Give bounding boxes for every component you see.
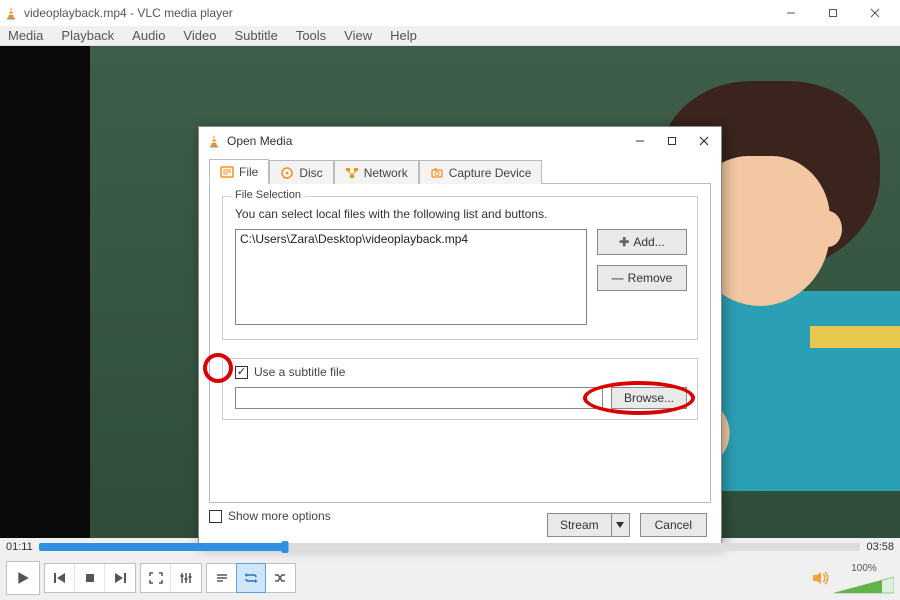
tab-network-label: Network (364, 166, 408, 180)
menu-audio[interactable]: Audio (132, 28, 165, 43)
file-icon (220, 166, 234, 178)
chevron-down-icon (616, 522, 624, 528)
minus-icon: — (612, 271, 624, 285)
stop-button[interactable] (75, 564, 105, 592)
tab-file-label: File (239, 165, 258, 179)
disc-icon (280, 167, 294, 179)
minimize-button[interactable] (770, 1, 812, 25)
tab-capture-label: Capture Device (449, 166, 532, 180)
stream-dropdown-button[interactable] (612, 513, 630, 537)
skip-group (44, 563, 136, 593)
file-list-item[interactable]: C:\Users\Zara\Desktop\videoplayback.mp4 (240, 232, 582, 246)
subtitle-path-input[interactable] (235, 387, 603, 409)
dialog-close-button[interactable] (695, 132, 713, 150)
capture-icon (430, 167, 444, 179)
dialog-minimize-button[interactable] (631, 132, 649, 150)
playlist-button[interactable] (207, 564, 237, 592)
show-more-checkbox[interactable] (209, 510, 222, 523)
tab-disc-label: Disc (299, 166, 322, 180)
total-time[interactable]: 03:58 (866, 541, 894, 553)
menu-help[interactable]: Help (390, 28, 417, 43)
browse-button-label: Browse... (624, 391, 674, 405)
dialog-title-bar[interactable]: Open Media (199, 127, 721, 155)
show-more-label: Show more options (228, 509, 331, 523)
stream-button[interactable]: Stream (547, 513, 612, 537)
play-icon (16, 571, 30, 585)
play-button[interactable] (6, 561, 40, 595)
browse-button[interactable]: Browse... (611, 387, 687, 409)
stream-button-label: Stream (560, 518, 599, 532)
add-button-label: Add... (633, 235, 664, 249)
seek-slider[interactable] (39, 543, 861, 551)
tab-network[interactable]: Network (334, 160, 419, 184)
vlc-cone-icon (4, 6, 18, 20)
equalizer-icon (179, 572, 193, 584)
view-group (140, 563, 202, 593)
window-title: videoplayback.mp4 - VLC media player (24, 6, 233, 20)
file-list[interactable]: C:\Users\Zara\Desktop\videoplayback.mp4 (235, 229, 587, 325)
tab-disc[interactable]: Disc (269, 160, 333, 184)
extended-settings-button[interactable] (171, 564, 201, 592)
remove-button-label: Remove (628, 271, 673, 285)
volume-slider[interactable] (834, 576, 894, 594)
volume-label: 100% (851, 563, 877, 574)
seek-fill (39, 543, 286, 551)
subtitle-group: Use a subtitle file Browse... (222, 358, 698, 420)
menu-video[interactable]: Video (183, 28, 216, 43)
menu-tools[interactable]: Tools (296, 28, 326, 43)
dialog-bottom-buttons: Stream Cancel (547, 513, 707, 537)
tab-strip: File Disc Network Capture Device (199, 155, 721, 183)
maximize-button[interactable] (812, 1, 854, 25)
loop-button[interactable] (236, 563, 266, 593)
video-area[interactable]: Open Media File Disc Network Ca (0, 46, 900, 538)
skip-previous-icon (53, 572, 67, 584)
use-subtitle-checkbox[interactable] (235, 366, 248, 379)
file-selection-hint: You can select local files with the foll… (235, 207, 687, 221)
stream-split-button: Stream (547, 513, 630, 537)
speaker-icon[interactable] (812, 570, 830, 586)
prev-button[interactable] (45, 564, 75, 592)
volume-control: 100% (812, 563, 894, 594)
menu-media[interactable]: Media (8, 28, 43, 43)
plus-icon: ✚ (619, 235, 629, 249)
add-button[interactable]: ✚ Add... (597, 229, 687, 255)
menu-subtitle[interactable]: Subtitle (234, 28, 277, 43)
file-selection-group: File Selection You can select local file… (222, 196, 698, 340)
loop-icon (244, 572, 258, 584)
tab-capture[interactable]: Capture Device (419, 160, 543, 184)
menu-bar: Media Playback Audio Video Subtitle Tool… (0, 26, 900, 46)
stop-icon (84, 572, 96, 584)
controls-bar: 100% (0, 556, 900, 600)
vlc-cone-icon (207, 134, 221, 148)
window-controls (770, 1, 896, 25)
tab-file[interactable]: File (209, 159, 269, 184)
network-icon (345, 167, 359, 179)
cancel-button-label: Cancel (655, 518, 692, 532)
use-subtitle-label: Use a subtitle file (254, 365, 345, 379)
menu-playback[interactable]: Playback (61, 28, 114, 43)
skip-next-icon (113, 572, 127, 584)
fullscreen-icon (149, 572, 163, 584)
next-button[interactable] (105, 564, 135, 592)
fullscreen-button[interactable] (141, 564, 171, 592)
cancel-button[interactable]: Cancel (640, 513, 707, 537)
dialog-title-text: Open Media (227, 134, 292, 148)
file-selection-legend: File Selection (231, 189, 305, 201)
dialog-maximize-button[interactable] (663, 132, 681, 150)
tab-body-file: File Selection You can select local file… (209, 183, 711, 503)
seek-knob[interactable] (282, 541, 289, 553)
playlist-icon (215, 572, 229, 584)
close-button[interactable] (854, 1, 896, 25)
menu-view[interactable]: View (344, 28, 372, 43)
shuffle-button[interactable] (265, 564, 295, 592)
elapsed-time[interactable]: 01:11 (6, 541, 33, 553)
playlist-group (206, 563, 296, 593)
title-bar: videoplayback.mp4 - VLC media player (0, 0, 900, 26)
open-media-dialog: Open Media File Disc Network Ca (198, 126, 722, 546)
remove-button[interactable]: — Remove (597, 265, 687, 291)
shuffle-icon (273, 572, 287, 584)
